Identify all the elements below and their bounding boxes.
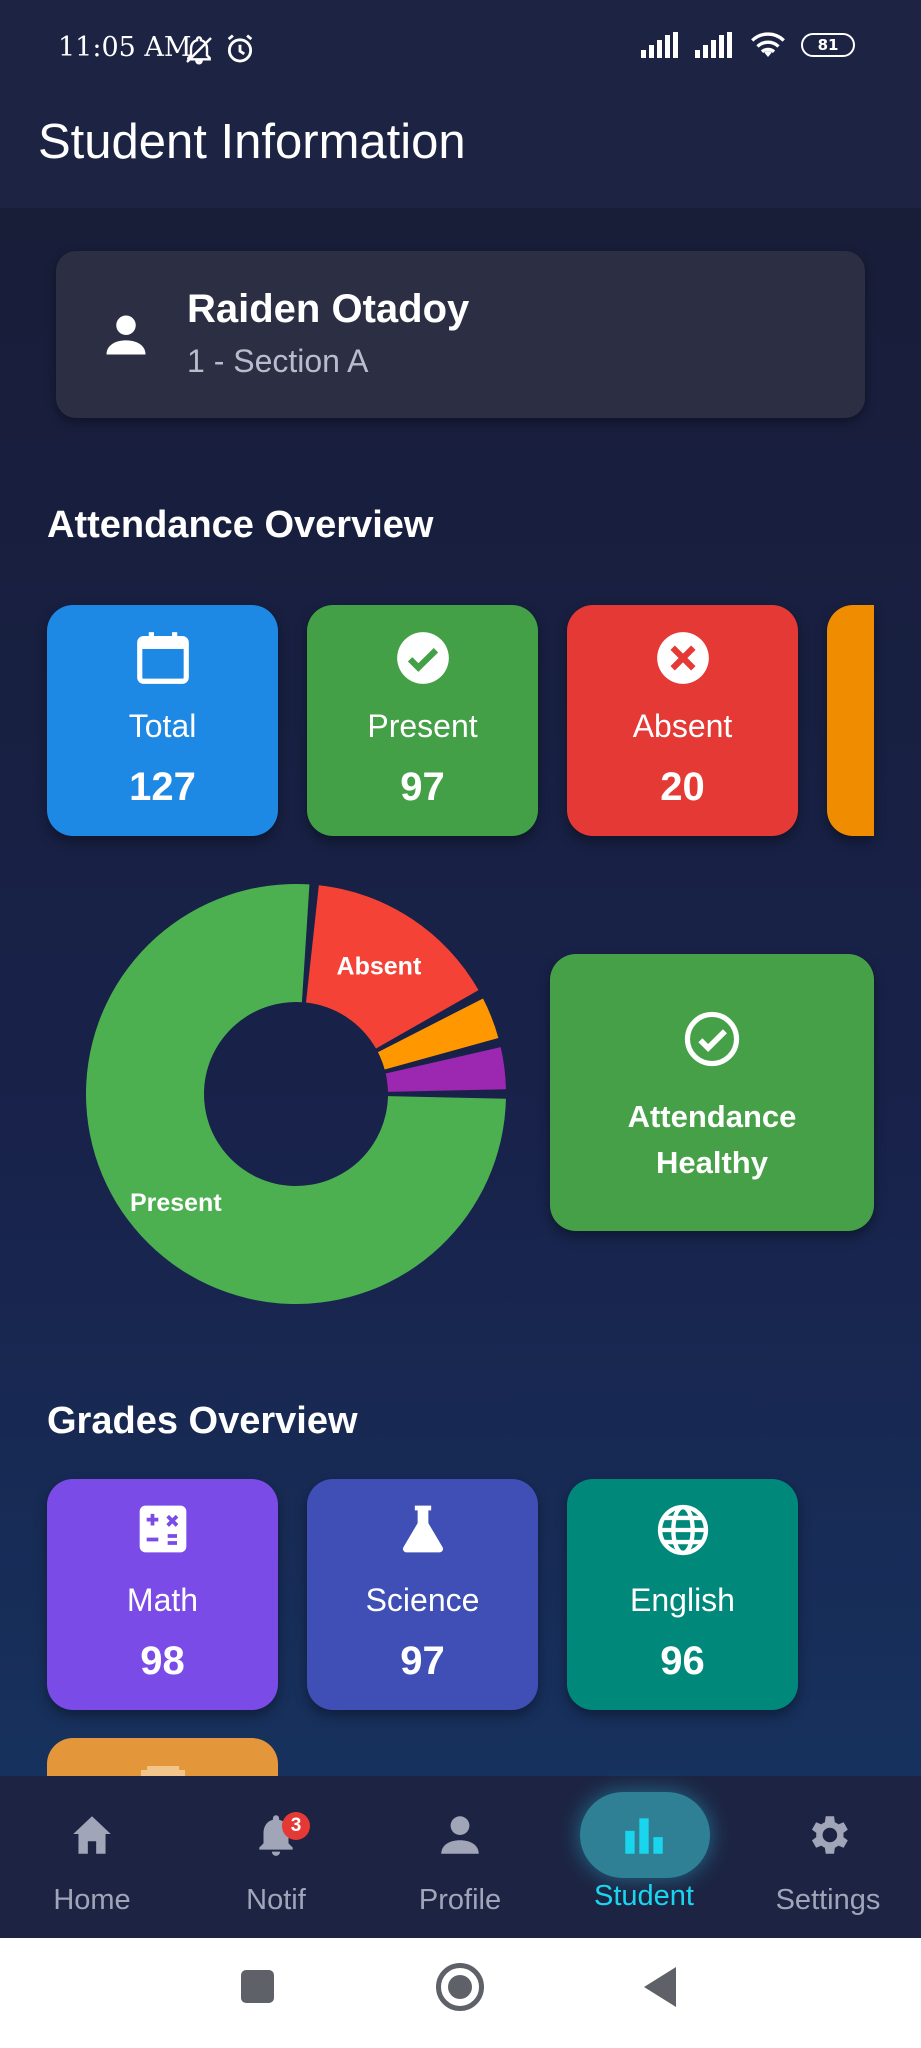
check-circle-icon xyxy=(396,632,449,684)
calendar-icon xyxy=(136,632,189,684)
tile-label: English xyxy=(630,1582,735,1618)
app-bar: Student Information xyxy=(0,100,921,208)
tile-label: Present xyxy=(367,708,478,744)
attendance-tile-partial[interactable] xyxy=(827,605,874,836)
attendance-tile-total[interactable]: Total 127 xyxy=(47,605,278,836)
nav-label: Notif xyxy=(246,1884,306,1916)
tile-value: 96 xyxy=(660,1639,705,1683)
tile-value: 20 xyxy=(660,765,705,809)
bar-chart-icon xyxy=(625,1818,663,1854)
tile-value: 97 xyxy=(400,1639,445,1683)
nav-item-settings[interactable]: Settings xyxy=(736,1776,920,1938)
donut-label-present: Present xyxy=(130,1189,222,1217)
donut-chart-svg: Present Absent xyxy=(85,884,506,1304)
tile-label: Math xyxy=(126,1582,199,1618)
cancel-circle-icon xyxy=(656,632,709,684)
notification-badge: 3 xyxy=(282,1812,310,1840)
nav-item-profile[interactable]: Profile xyxy=(368,1776,552,1938)
nav-label: Profile xyxy=(418,1884,502,1916)
battery-level: 81 xyxy=(817,36,839,54)
home-button[interactable] xyxy=(436,1963,484,2011)
back-button[interactable] xyxy=(644,1967,676,2007)
signal-icon xyxy=(695,32,732,58)
alarm-icon xyxy=(227,34,253,63)
nav-item-student[interactable]: Student xyxy=(552,1776,736,1938)
tile-value: 98 xyxy=(140,1639,185,1683)
bottom-navigation: Home 3 Notif Profile Student Settings xyxy=(0,1776,921,1938)
flask-icon xyxy=(402,1505,443,1553)
attendance-donut-chart: Present Absent xyxy=(84,882,508,1306)
nav-label: Student xyxy=(594,1880,694,1912)
student-section: 1 - Section A xyxy=(187,343,369,379)
tile-value: 127 xyxy=(129,765,196,809)
tile-label: Total xyxy=(128,708,197,744)
status-time: 11:05 AM xyxy=(58,32,192,63)
tile-label: Science xyxy=(365,1582,480,1618)
grade-tile-english[interactable]: English 96 xyxy=(567,1479,798,1710)
recents-button[interactable] xyxy=(241,1970,274,2003)
wifi-icon xyxy=(751,32,785,57)
nav-item-notif[interactable]: 3 Notif xyxy=(184,1776,368,1938)
page-title: Student Information xyxy=(38,115,466,169)
grades-section-title: Grades Overview xyxy=(47,1400,358,1442)
status-icons: 81 xyxy=(641,30,855,60)
bell-off-icon xyxy=(186,36,212,65)
person-icon xyxy=(441,1816,479,1854)
system-navigation-bar xyxy=(0,1938,921,2048)
tile-value: 97 xyxy=(400,765,445,809)
grade-tile-partial[interactable] xyxy=(47,1738,278,1778)
home-icon xyxy=(73,1816,111,1854)
grade-tile-math[interactable]: Math 98 xyxy=(47,1479,278,1710)
attendance-tile-present[interactable]: Present 97 xyxy=(307,605,538,836)
nav-item-home[interactable]: Home xyxy=(0,1776,184,1938)
globe-icon xyxy=(657,1504,708,1556)
status-bar: 11:05 AM 81 xyxy=(0,0,921,100)
attendance-tile-absent[interactable]: Absent 20 xyxy=(567,605,798,836)
check-circle-outline-icon xyxy=(684,1011,740,1067)
grade-tile-science[interactable]: Science 97 xyxy=(307,1479,538,1710)
donut-label-absent: Absent xyxy=(337,952,422,980)
student-name: Raiden Otadoy xyxy=(187,287,470,331)
student-profile-card[interactable]: Raiden Otadoy 1 - Section A xyxy=(56,251,865,418)
calculator-icon xyxy=(139,1505,186,1553)
nav-label: Home xyxy=(53,1884,131,1916)
attendance-section-title: Attendance Overview xyxy=(47,504,434,546)
signal-icon xyxy=(641,32,678,58)
gear-icon xyxy=(811,1816,848,1854)
battery-icon: 81 xyxy=(801,33,855,57)
person-icon xyxy=(106,315,146,355)
nav-label: Settings xyxy=(775,1884,881,1916)
tile-label: Absent xyxy=(632,708,733,744)
attendance-status-card: Attendance Healthy xyxy=(550,954,874,1231)
attendance-status-text: Attendance Healthy xyxy=(627,1099,797,1180)
